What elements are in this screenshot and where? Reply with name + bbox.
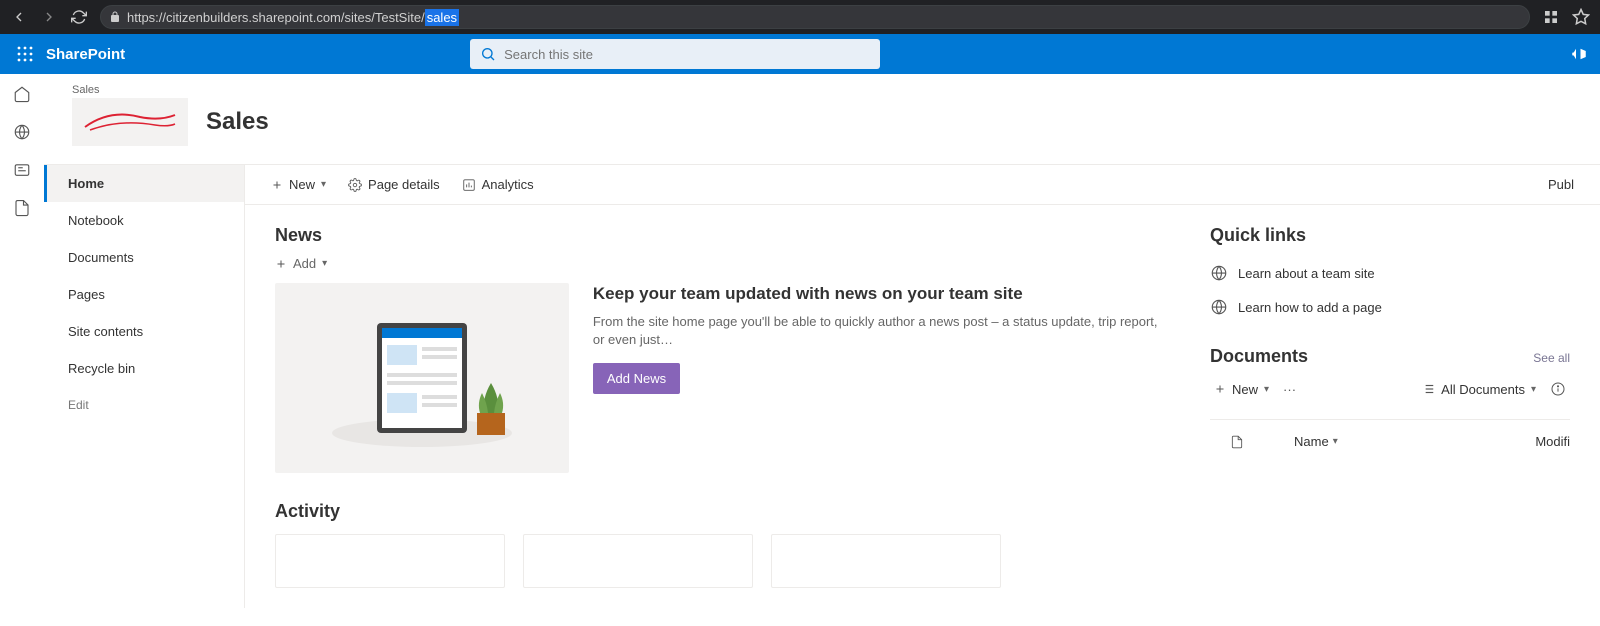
megaphone-icon[interactable] (1570, 45, 1590, 63)
quicklink-item[interactable]: Learn how to add a page (1210, 290, 1570, 324)
add-news-button[interactable]: Add News (593, 363, 680, 394)
chevron-down-icon: ▾ (1333, 436, 1338, 447)
gear-icon (348, 178, 362, 192)
globe-icon (1210, 298, 1228, 316)
news-icon[interactable] (12, 160, 32, 180)
plus-icon (275, 258, 287, 270)
command-bar: New ▾ Page details Analytics Publ (245, 165, 1600, 205)
chevron-down-icon: ▾ (322, 258, 327, 269)
quicklinks-heading: Quick links (1210, 225, 1570, 246)
globe-icon (1210, 264, 1228, 282)
nav-documents[interactable]: Documents (44, 239, 244, 276)
back-button[interactable] (10, 8, 28, 26)
docs-new-button[interactable]: New ▾ (1214, 382, 1269, 397)
chart-icon (462, 178, 476, 192)
new-button[interactable]: New ▾ (271, 177, 326, 192)
search-box[interactable] (470, 39, 880, 69)
view-selector[interactable]: All Documents ▾ (1421, 382, 1536, 397)
breadcrumb[interactable]: Sales (72, 84, 1572, 96)
globe-icon[interactable] (12, 122, 32, 142)
url-text: https://citizenbuilders.sharepoint.com/s… (127, 10, 459, 25)
documents-table: Name ▾ Modifi (1210, 419, 1570, 449)
sharepoint-header: SharePoint (0, 34, 1600, 74)
activity-card[interactable] (275, 534, 505, 588)
chevron-down-icon: ▾ (1264, 384, 1269, 395)
search-input[interactable] (504, 47, 870, 62)
nav-recycle-bin[interactable]: Recycle bin (44, 350, 244, 387)
nav-home[interactable]: Home (44, 165, 244, 202)
nav-edit[interactable]: Edit (44, 387, 244, 423)
chevron-down-icon: ▾ (321, 179, 326, 190)
site-title: Sales (206, 108, 269, 136)
activity-card[interactable] (523, 534, 753, 588)
bookmark-star-icon[interactable] (1572, 8, 1590, 26)
news-title: Keep your team updated with news on your… (593, 283, 1160, 305)
more-icon[interactable]: ··· (1283, 382, 1296, 397)
address-bar[interactable]: https://citizenbuilders.sharepoint.com/s… (100, 5, 1530, 29)
page-details-button[interactable]: Page details (348, 177, 440, 192)
news-body: From the site home page you'll be able t… (593, 313, 1160, 349)
docs-new-label: New (1232, 382, 1258, 397)
analytics-button[interactable]: Analytics (462, 177, 534, 192)
extension-icon[interactable] (1542, 8, 1560, 26)
news-add-label: Add (293, 256, 316, 271)
browser-chrome: https://citizenbuilders.sharepoint.com/s… (0, 0, 1600, 34)
view-label: All Documents (1441, 382, 1525, 397)
analytics-label: Analytics (482, 177, 534, 192)
file-icon[interactable] (12, 198, 32, 218)
news-add-button[interactable]: Add ▾ (275, 256, 1160, 271)
plus-icon (1214, 383, 1226, 395)
column-modified[interactable]: Modifi (1535, 434, 1570, 449)
documents-heading: Documents (1210, 346, 1308, 367)
column-name[interactable]: Name ▾ (1294, 434, 1338, 449)
site-logo[interactable] (72, 98, 188, 146)
sharepoint-label[interactable]: SharePoint (46, 46, 125, 63)
forward-button[interactable] (40, 8, 58, 26)
nav-notebook[interactable]: Notebook (44, 202, 244, 239)
new-label: New (289, 177, 315, 192)
reload-button[interactable] (70, 8, 88, 26)
chevron-down-icon: ▾ (1531, 384, 1536, 395)
activity-heading: Activity (275, 501, 1160, 522)
plus-icon (271, 179, 283, 191)
app-rail (0, 74, 44, 626)
info-icon[interactable] (1550, 381, 1566, 397)
quicklink-item[interactable]: Learn about a team site (1210, 256, 1570, 290)
app-launcher-icon[interactable] (10, 39, 40, 69)
news-illustration (275, 283, 569, 473)
nav-pages[interactable]: Pages (44, 276, 244, 313)
lock-icon (109, 11, 121, 23)
site-header: Sales Sales (44, 74, 1600, 146)
quicklink-label: Learn about a team site (1238, 266, 1375, 281)
left-navigation: Home Notebook Documents Pages Site conte… (44, 165, 244, 608)
search-icon (480, 46, 496, 62)
home-icon[interactable] (12, 84, 32, 104)
activity-card[interactable] (771, 534, 1001, 588)
nav-site-contents[interactable]: Site contents (44, 313, 244, 350)
see-all-link[interactable]: See all (1533, 351, 1570, 365)
publish-button[interactable]: Publ (1548, 177, 1574, 192)
quicklink-label: Learn how to add a page (1238, 300, 1382, 315)
page-details-label: Page details (368, 177, 440, 192)
news-heading: News (275, 225, 1160, 246)
file-type-icon (1230, 435, 1244, 449)
list-icon (1421, 382, 1435, 396)
